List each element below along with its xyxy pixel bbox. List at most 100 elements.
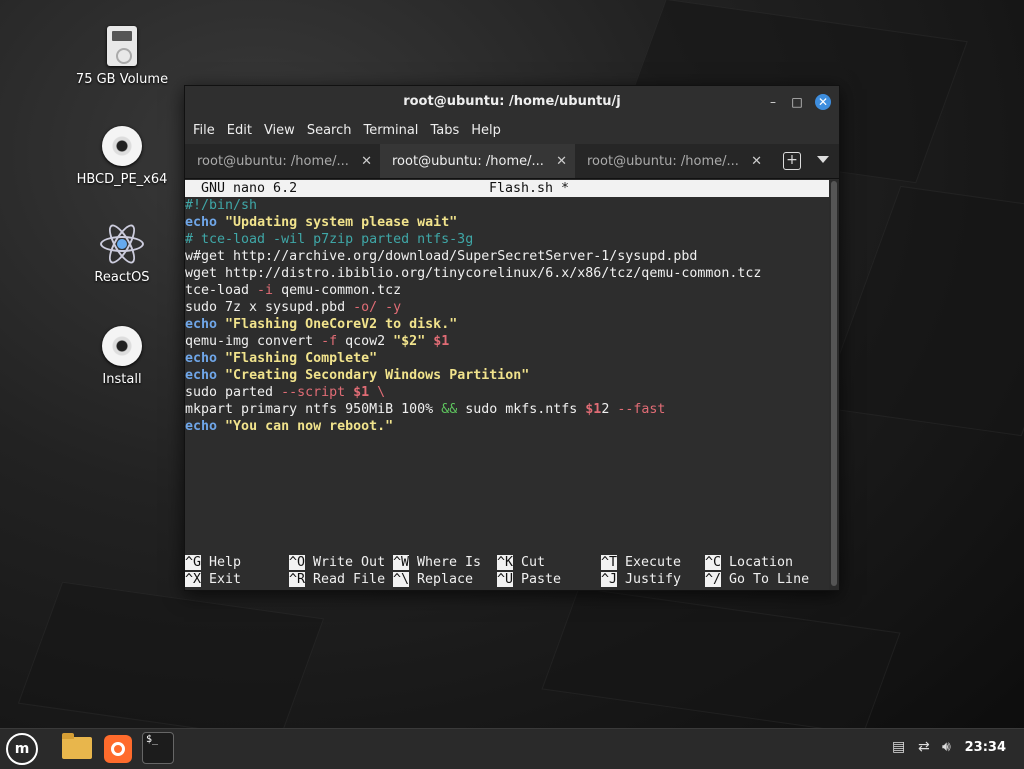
code-line: echo "You can now reboot."	[185, 419, 394, 434]
nano-shortcut: ^U Paste	[497, 571, 601, 588]
close-button[interactable]: ✕	[815, 94, 831, 110]
nano-shortcut: ^T Execute	[601, 554, 705, 571]
code-line: #!/bin/sh	[185, 198, 258, 213]
nano-header: GNU nano 6.2 Flash.sh *	[185, 180, 829, 197]
terminal-window: root@ubuntu: /home/ubuntu/j – □ ✕ File E…	[184, 85, 840, 591]
nano-shortcut: ^X Exit	[185, 571, 289, 588]
mint-menu-icon[interactable]: m	[6, 733, 38, 765]
nano-shortcut: ^/ Go To Line	[705, 571, 809, 588]
shortcut-key: ^\	[393, 572, 410, 587]
desktop-icon-75gb-volume[interactable]: 75 GB Volume	[72, 26, 172, 87]
minimize-button[interactable]: –	[765, 94, 781, 110]
taskbar: m $_ ▤ ⇄ 🔊︎ 23:34	[0, 728, 1024, 769]
code-line: echo "Updating system please wait"	[185, 215, 458, 230]
shortcut-key: ^T	[601, 555, 618, 570]
reactos-icon	[100, 220, 144, 268]
shortcut-label: Where Is	[409, 555, 482, 570]
nano-shortcut: ^J Justify	[601, 571, 705, 588]
shortcut-label: Help	[201, 555, 242, 570]
code-line: echo "Flashing Complete"	[185, 351, 378, 366]
tab-label: root@ubuntu: /home/...	[197, 153, 349, 169]
nano-shortcut: ^O Write Out	[289, 554, 393, 571]
code-line: tce-load -i qemu-common.tcz	[185, 283, 402, 298]
menu-file[interactable]: File	[187, 118, 221, 144]
shortcut-key: ^O	[289, 555, 306, 570]
tab-label: root@ubuntu: /home/...	[587, 153, 739, 169]
tab-2[interactable]: root@ubuntu: /home/... ✕	[380, 144, 575, 178]
tab-3[interactable]: root@ubuntu: /home/... ✕	[575, 144, 770, 178]
nano-version: GNU nano 6.2	[185, 181, 298, 196]
code-line: qemu-img convert -f qcow2 "$2" $1	[185, 334, 450, 349]
menu-tabs[interactable]: Tabs	[424, 118, 465, 144]
code-line: sudo parted --script $1 \	[185, 385, 386, 400]
disc-icon	[102, 326, 142, 366]
nano-shortcuts: ^G Help ^O Write Out ^W Where Is ^K Cut ^T E…	[185, 554, 829, 588]
nano-shortcut: ^C Location	[705, 554, 809, 571]
tab-label: root@ubuntu: /home/...	[392, 153, 544, 169]
nano-shortcut: ^\ Replace	[393, 571, 497, 588]
new-tab-button[interactable]: +	[783, 152, 801, 170]
shortcut-key: ^/	[705, 572, 722, 587]
shortcut-label: Execute	[617, 555, 682, 570]
shortcut-label: Paste	[513, 572, 562, 587]
network-icon[interactable]: ⇄	[918, 739, 930, 755]
shortcut-label: Justify	[617, 572, 682, 587]
shortcut-label: Location	[721, 555, 794, 570]
shortcut-key: ^C	[705, 555, 722, 570]
drive-icon	[107, 26, 137, 66]
shortcut-label: Read File	[305, 572, 386, 587]
desktop-icon-label: ReactOS	[94, 270, 150, 285]
shortcut-key: ^W	[393, 555, 410, 570]
window-titlebar[interactable]: root@ubuntu: /home/ubuntu/j – □ ✕	[185, 86, 839, 118]
tab-menu-chevron-icon[interactable]	[817, 156, 829, 163]
tab-bar: root@ubuntu: /home/... ✕ root@ubuntu: /h…	[185, 144, 839, 179]
shortcut-label: Write Out	[305, 555, 386, 570]
shortcut-label: Go To Line	[721, 572, 810, 587]
clipboard-icon[interactable]: ▤	[892, 739, 905, 755]
shortcut-key: ^R	[289, 572, 306, 587]
window-title: root@ubuntu: /home/ubuntu/j	[403, 94, 621, 109]
terminal-scrollbar[interactable]	[831, 181, 837, 586]
editor-content[interactable]: #!/bin/sh echo "Updating system please wa…	[185, 197, 829, 435]
desktop-icon-hbcd[interactable]: HBCD_PE_x64	[72, 126, 172, 187]
shortcut-key: ^K	[497, 555, 514, 570]
menu-view[interactable]: View	[258, 118, 301, 144]
nano-shortcut: ^G Help	[185, 554, 289, 571]
nano-shortcut: ^R Read File	[289, 571, 393, 588]
code-line: mkpart primary ntfs 950MiB 100% && sudo …	[185, 402, 666, 417]
tab-close-icon[interactable]: ✕	[361, 154, 372, 169]
nano-shortcut: ^W Where Is	[393, 554, 497, 571]
shortcut-key: ^J	[601, 572, 618, 587]
code-line: echo "Creating Secondary Windows Partiti…	[185, 368, 530, 383]
tab-1[interactable]: root@ubuntu: /home/... ✕	[185, 144, 380, 178]
disc-icon	[102, 126, 142, 166]
volume-icon[interactable]: 🔊︎	[942, 739, 951, 755]
menu-edit[interactable]: Edit	[221, 118, 258, 144]
shortcut-label: Cut	[513, 555, 546, 570]
maximize-button[interactable]: □	[789, 94, 805, 110]
files-folder-icon[interactable]	[62, 733, 92, 759]
clock[interactable]: 23:34	[965, 740, 1006, 755]
menu-bar: File Edit View Search Terminal Tabs Help	[185, 118, 839, 144]
desktop-icon-label: 75 GB Volume	[75, 72, 169, 87]
shortcut-key: ^U	[497, 572, 514, 587]
code-line: # tce-load -wil p7zip parted ntfs-3g	[185, 232, 474, 247]
desktop-icon-label: Install	[102, 372, 142, 387]
tab-close-icon[interactable]: ✕	[556, 154, 567, 169]
code-line: w#get http://archive.org/download/SuperS…	[185, 249, 698, 264]
desktop-icon-install[interactable]: Install	[72, 326, 172, 387]
terminal-taskbar-icon[interactable]: $_	[142, 732, 174, 764]
menu-terminal[interactable]: Terminal	[357, 118, 424, 144]
desktop-icon-reactos[interactable]: ReactOS	[72, 220, 172, 285]
shortcut-label: Exit	[201, 572, 242, 587]
code-line: echo "Flashing OneCoreV2 to disk."	[185, 317, 458, 332]
terminal-area[interactable]: GNU nano 6.2 Flash.sh * #!/bin/sh echo "Up…	[185, 180, 829, 590]
tab-close-icon[interactable]: ✕	[751, 154, 762, 169]
menu-search[interactable]: Search	[301, 118, 358, 144]
code-line: sudo 7z x sysupd.pbd -o/ -y	[185, 300, 402, 315]
menu-help[interactable]: Help	[465, 118, 507, 144]
firefox-icon[interactable]	[104, 735, 132, 763]
shortcut-key: ^X	[185, 572, 202, 587]
desktop-icon-label: HBCD_PE_x64	[76, 172, 168, 187]
shortcut-label: Replace	[409, 572, 474, 587]
